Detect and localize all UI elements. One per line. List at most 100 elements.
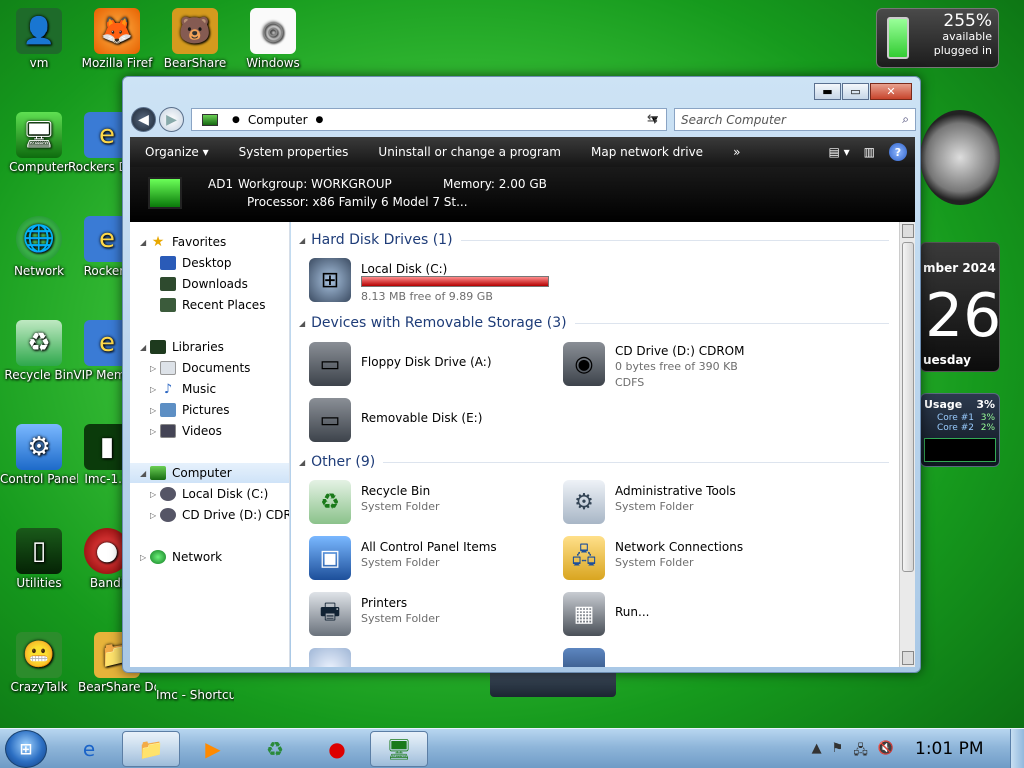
item-recycle-bin[interactable]: ♻ Recycle Bin System Folder <box>309 478 559 528</box>
scroll-down-icon[interactable] <box>902 651 914 665</box>
refresh-icon[interactable]: ⇆ <box>647 112 658 127</box>
group-other[interactable]: ◢ Other (9) <box>299 454 889 470</box>
nav-network[interactable]: ▷ Network <box>140 547 222 567</box>
address-row: ◀ ▶ ● Computer ● ▼ ⇆ Search Computer ⌕ <box>129 104 916 134</box>
desktop-icon <box>160 256 176 270</box>
map-network-drive-button[interactable]: Map network drive <box>576 145 718 159</box>
nav-recent-places[interactable]: Recent Places <box>160 295 265 315</box>
item-floppy-drive[interactable]: ▭ Floppy Disk Drive (A:) <box>309 340 559 390</box>
minimize-button[interactable]: ▬ <box>814 83 841 100</box>
taskbar-explorer[interactable]: 📁 <box>122 731 180 767</box>
expanded-arrow-icon[interactable]: ◢ <box>140 469 150 478</box>
uninstall-program-button[interactable]: Uninstall or change a program <box>363 145 576 159</box>
scroll-up-icon[interactable] <box>902 224 914 238</box>
nav-videos[interactable]: ▷ Videos <box>150 421 222 441</box>
preview-pane-icon[interactable]: ▥ <box>864 145 875 159</box>
address-bar[interactable]: ● Computer ● ▼ <box>191 108 667 131</box>
nav-documents[interactable]: ▷ Documents <box>150 358 250 378</box>
taskbar-clock[interactable]: 1:01 PM <box>915 739 984 759</box>
desktop-icon-recycle-bin[interactable]: ♻ Recycle Bin <box>0 320 78 383</box>
help-icon[interactable]: ? <box>889 143 907 161</box>
item-partial-1[interactable] <box>309 646 559 667</box>
collapsed-arrow-icon[interactable]: ▷ <box>150 364 160 373</box>
item-run[interactable]: ▦ Run... <box>563 590 813 640</box>
desktop-icon-windows[interactable]: ◎ Windows <box>234 8 312 71</box>
view-options-icon[interactable]: ▤ ▾ <box>828 145 849 159</box>
start-button[interactable]: ⊞ <box>5 730 47 768</box>
expanded-arrow-icon[interactable]: ◢ <box>140 343 150 352</box>
nav-downloads[interactable]: Downloads <box>160 274 248 294</box>
scroll-thumb[interactable] <box>902 242 914 572</box>
more-commands-button[interactable]: » <box>718 145 755 159</box>
item-administrative-tools[interactable]: ⚙ Administrative Tools System Folder <box>563 478 813 528</box>
desktop-icon-vm[interactable]: 👤 vm <box>0 8 78 71</box>
back-button[interactable]: ◀ <box>131 107 156 132</box>
nav-local-disk[interactable]: ▷ Local Disk (C:) <box>150 484 268 504</box>
maximize-button[interactable]: ▭ <box>842 83 869 100</box>
flag-icon[interactable]: ⚑ <box>832 741 844 763</box>
nav-desktop[interactable]: Desktop <box>160 253 232 273</box>
collapsed-arrow-icon[interactable]: ▷ <box>140 553 150 562</box>
nav-computer[interactable]: ◢ Computer <box>130 463 289 483</box>
media-player-icon: ▶ <box>205 737 221 761</box>
nav-favorites[interactable]: ◢ ★ Favorites <box>140 232 226 252</box>
desktop-icon-utilities[interactable]: ▯ Utilities <box>0 528 78 591</box>
item-local-disk[interactable]: ⊞ Local Disk (C:) 8.13 MB free of 9.89 G… <box>309 256 559 306</box>
nav-libraries[interactable]: ◢ Libraries <box>140 337 224 357</box>
item-cd-drive[interactable]: ◉ CD Drive (D:) CDROM 0 bytes free of 39… <box>563 340 813 390</box>
computer-icon <box>150 466 166 480</box>
item-network-connections[interactable]: 🖧 Network Connections System Folder <box>563 534 813 584</box>
item-control-panel[interactable]: ▣ All Control Panel Items System Folder <box>309 534 559 584</box>
system-properties-button[interactable]: System properties <box>224 145 364 159</box>
nav-pictures[interactable]: ▷ Pictures <box>150 400 230 420</box>
item-partial-2[interactable] <box>563 646 813 667</box>
nav-music[interactable]: ▷ ♪ Music <box>150 379 216 399</box>
clock-gadget[interactable] <box>920 110 1000 205</box>
desktop-icon-crazytalk[interactable]: 😬 CrazyTalk <box>0 632 78 695</box>
crazytalk-icon: 😬 <box>16 632 62 678</box>
expanded-arrow-icon[interactable]: ◢ <box>140 238 150 247</box>
breadcrumb-separator-icon: ● <box>232 114 240 125</box>
calendar-day: 26 <box>925 281 1002 351</box>
battery-gadget[interactable]: 255% available plugged in <box>876 8 999 68</box>
calendar-gadget[interactable]: mber 2024 26 uesday <box>920 242 1002 372</box>
explorer-folder-icon: 📁 <box>138 737 164 761</box>
taskbar-ie[interactable]: e <box>60 731 118 767</box>
collapsed-arrow-icon[interactable]: ▷ <box>150 385 160 394</box>
taskbar-record[interactable]: ● <box>308 731 366 767</box>
search-icon[interactable]: ⌕ <box>902 112 909 127</box>
search-input[interactable]: Search Computer ⌕ <box>674 108 916 131</box>
cpu-gadget[interactable]: Usage 3% Core #1 3% Core #2 2% <box>920 393 1000 467</box>
group-hard-disk-drives[interactable]: ◢ Hard Disk Drives (1) <box>299 232 889 248</box>
nav-cd-drive[interactable]: ▷ CD Drive (D:) CDROM <box>150 505 289 525</box>
item-printers[interactable]: 🖶 Printers System Folder <box>309 590 559 640</box>
desktop-icon-computer[interactable]: 🖥 Computer <box>0 112 78 175</box>
show-hidden-icons-icon[interactable]: ▲ <box>812 741 822 763</box>
desktop-icon-firefox[interactable]: 🦊 Mozilla Firef <box>78 8 156 71</box>
organize-button[interactable]: Organize ▾ <box>130 145 224 159</box>
taskbar-computer[interactable]: 🖥 <box>370 731 428 767</box>
group-removable-storage[interactable]: ◢ Devices with Removable Storage (3) <box>299 315 889 331</box>
run-icon: ▦ <box>563 592 605 636</box>
collapsed-arrow-icon[interactable]: ▷ <box>150 427 160 436</box>
taskbar-media-player[interactable]: ▶ <box>184 731 242 767</box>
collapsed-arrow-icon[interactable]: ▷ <box>150 406 160 415</box>
group-divider <box>574 322 889 324</box>
show-desktop-button[interactable] <box>1010 729 1024 768</box>
close-button[interactable]: ✕ <box>870 83 912 100</box>
item-removable-disk[interactable]: ▭ Removable Disk (E:) <box>309 396 559 446</box>
collapsed-arrow-icon[interactable]: ▷ <box>150 490 160 499</box>
forward-button[interactable]: ▶ <box>159 107 184 132</box>
desktop-icon-control-panel[interactable]: ⚙ Control Panel <box>0 424 78 487</box>
collapsed-arrow-icon[interactable]: ▷ <box>150 511 160 520</box>
back-arrow-icon: ◀ <box>138 111 149 128</box>
desktop-icon-network[interactable]: 🌐 Network <box>0 216 78 279</box>
volume-muted-icon[interactable]: 🔇 <box>878 741 894 763</box>
vertical-scrollbar[interactable] <box>899 222 915 667</box>
network-tray-icon[interactable]: 🖧 <box>853 741 868 763</box>
desktop-icon-bearshare[interactable]: 🐻 BearShare <box>156 8 234 71</box>
breadcrumb-computer[interactable]: Computer <box>248 113 308 127</box>
computer-icon: 🖥 <box>16 112 62 158</box>
taskbar-recycle[interactable]: ♻ <box>246 731 304 767</box>
computer-name: AD1 <box>208 177 234 191</box>
